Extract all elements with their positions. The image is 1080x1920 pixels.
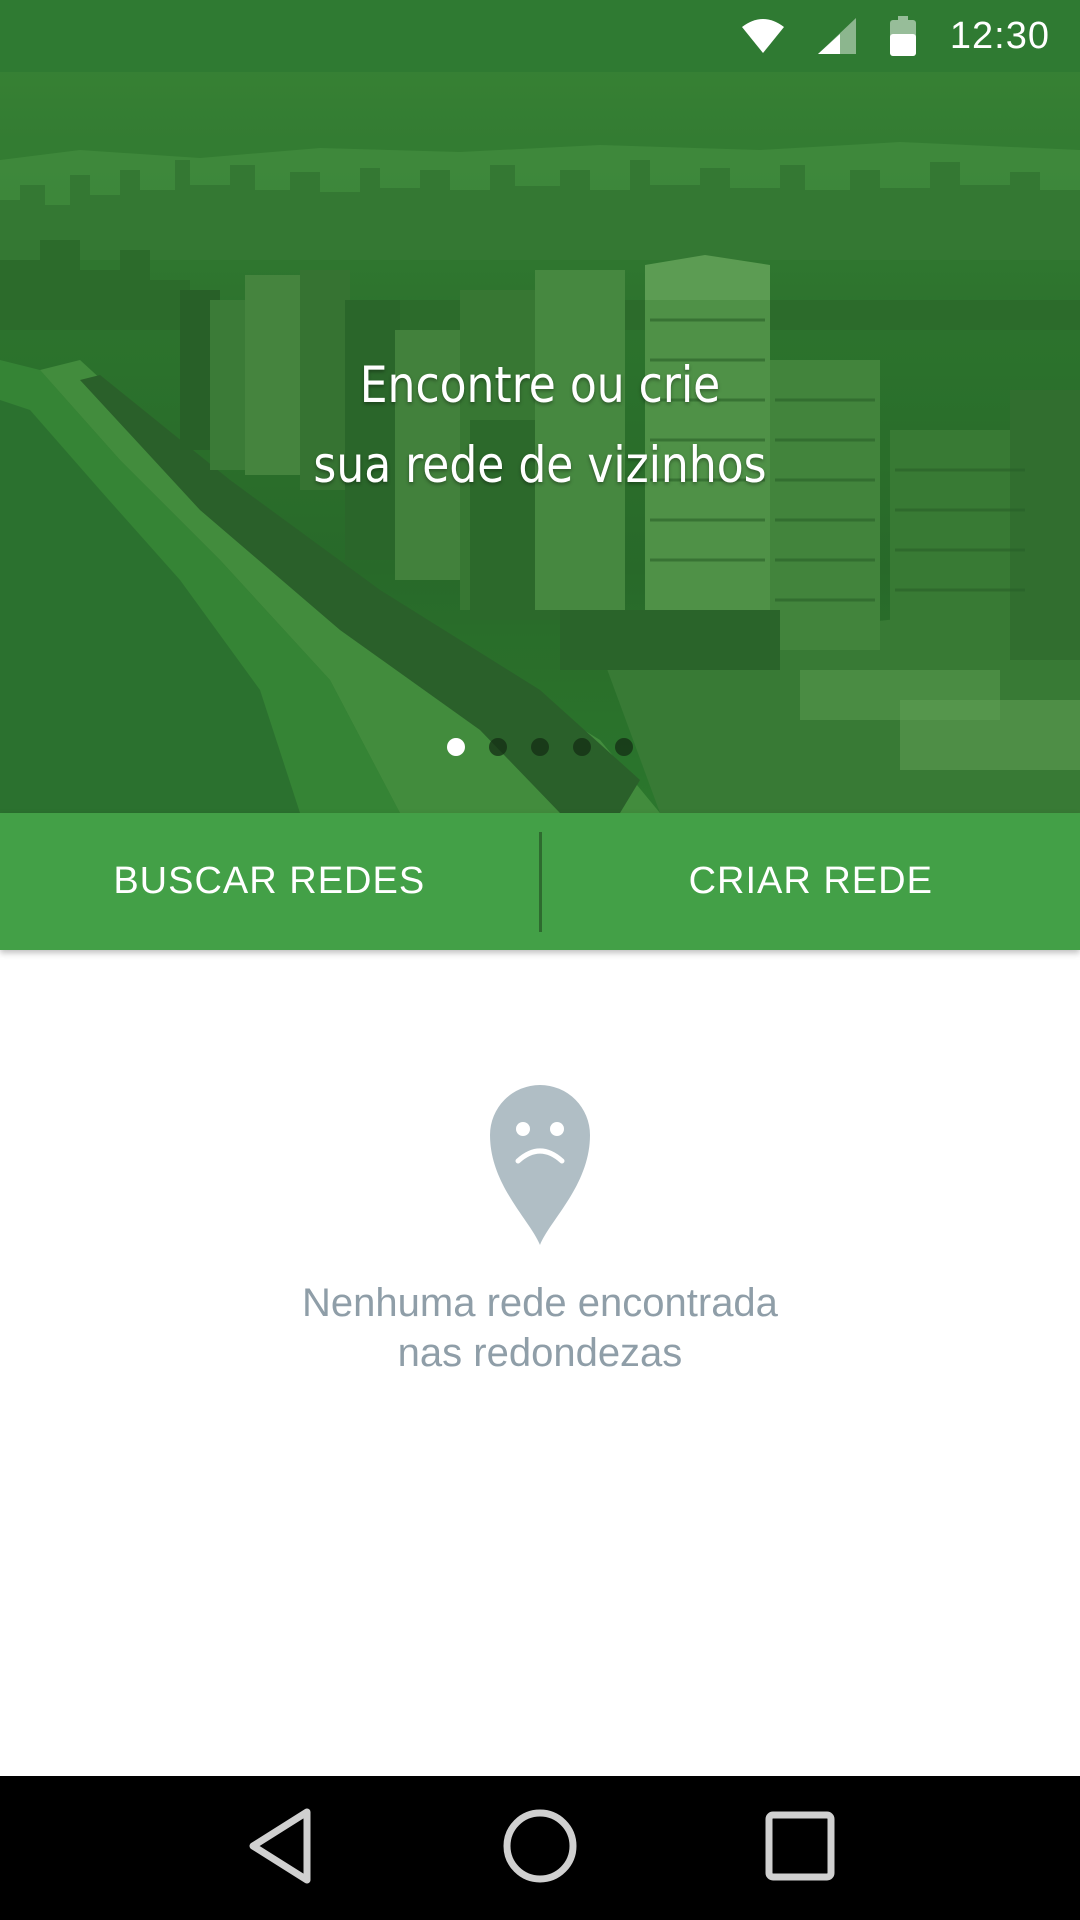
- empty-state: Nenhuma rede encontrada nas redondezas: [0, 1085, 1080, 1378]
- action-bar: BUSCAR REDES CRIAR REDE: [0, 813, 1080, 950]
- carousel-pager[interactable]: [0, 738, 1080, 756]
- empty-state-message: Nenhuma rede encontrada nas redondezas: [302, 1278, 778, 1378]
- empty-state-line1: Nenhuma rede encontrada: [302, 1281, 778, 1325]
- wifi-icon: [741, 19, 784, 53]
- hero-title-line2: sua rede de vizinhos: [313, 436, 767, 494]
- back-icon: [245, 1806, 315, 1891]
- create-network-button[interactable]: CRIAR REDE: [542, 813, 1080, 950]
- search-networks-button[interactable]: BUSCAR REDES: [0, 813, 539, 950]
- pager-dot-5[interactable]: [615, 738, 633, 756]
- back-button[interactable]: [220, 1788, 340, 1908]
- hero-title: Encontre ou crie sua rede de vizinhos: [65, 345, 1015, 505]
- status-time: 12:30: [949, 14, 1050, 57]
- system-nav-bar: [0, 1776, 1080, 1920]
- status-bar: 12:30: [0, 0, 1080, 72]
- home-button[interactable]: [480, 1788, 600, 1908]
- sad-location-pin-icon: [490, 1085, 590, 1250]
- pager-dot-3[interactable]: [531, 738, 549, 756]
- pager-dot-1[interactable]: [447, 738, 465, 756]
- hero-title-line1: Encontre ou crie: [359, 356, 721, 414]
- empty-state-line2: nas redondezas: [397, 1331, 683, 1375]
- battery-icon: [889, 16, 916, 56]
- recents-button[interactable]: [740, 1788, 860, 1908]
- home-icon: [502, 1808, 578, 1889]
- recents-icon: [765, 1811, 835, 1886]
- pager-dot-4[interactable]: [573, 738, 591, 756]
- hero-banner[interactable]: Encontre ou crie sua rede de vizinhos: [0, 0, 1080, 813]
- pager-dot-2[interactable]: [489, 738, 507, 756]
- cell-signal-icon: [817, 18, 856, 54]
